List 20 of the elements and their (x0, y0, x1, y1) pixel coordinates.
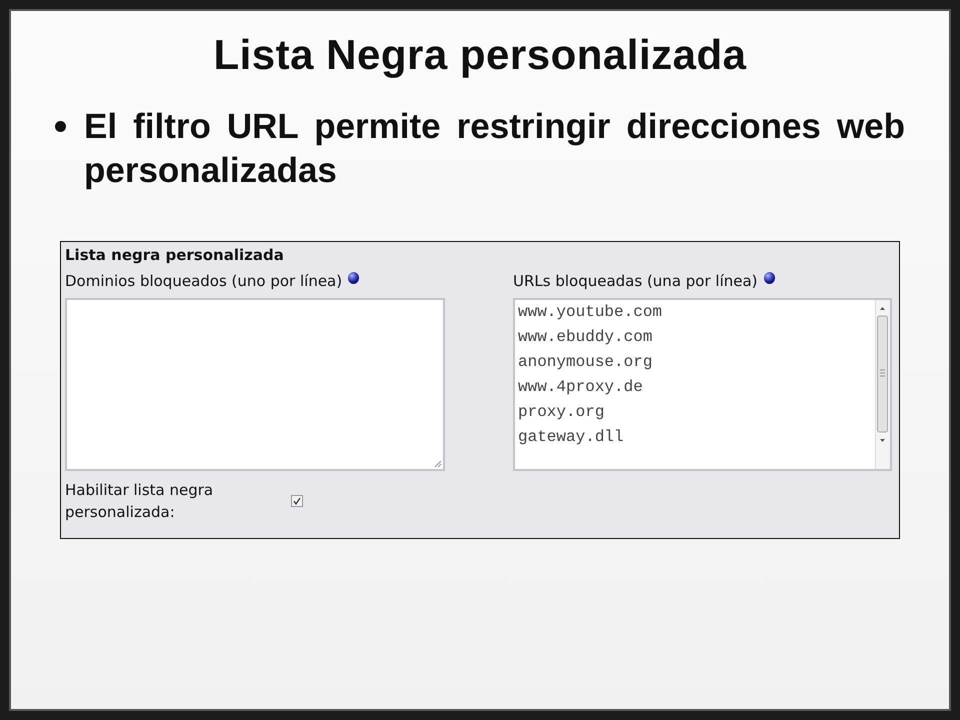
url-line: anonymouse.org (518, 352, 654, 372)
panel-title: Lista negra personalizada (65, 244, 285, 266)
resize-grip-icon[interactable] (434, 460, 442, 468)
field-label: URLs bloqueadas (una por línea) (513, 270, 758, 292)
bullet-dot-icon (55, 121, 66, 132)
urls-field[interactable]: www.youtube.com www.ebuddy.com anonymouse.org www.4proxy.de proxy.org gateway.dll (513, 298, 892, 470)
url-line: www.ebuddy.com (518, 326, 654, 348)
url-line: proxy.org (518, 402, 606, 422)
scrollbar[interactable] (875, 300, 890, 468)
help-ball-icon[interactable] (348, 272, 360, 284)
url-line: gateway.dll (518, 426, 625, 448)
field-label: Dominios bloqueados (uno por línea) (65, 270, 342, 292)
url-line: www.youtube.com (518, 302, 664, 322)
help-ball-icon[interactable] (764, 272, 775, 284)
slide-title: Lista Negra personalizada (213, 31, 746, 79)
url-line: www.4proxy.de (518, 376, 644, 398)
checkbox-label: Habilitar lista negra personalizada: (65, 480, 214, 522)
bullet-text: El filtro URL permite restringir direcciones web personalizadas (84, 106, 905, 192)
enable-checkbox[interactable] (291, 494, 303, 506)
domains-field[interactable] (65, 298, 445, 470)
